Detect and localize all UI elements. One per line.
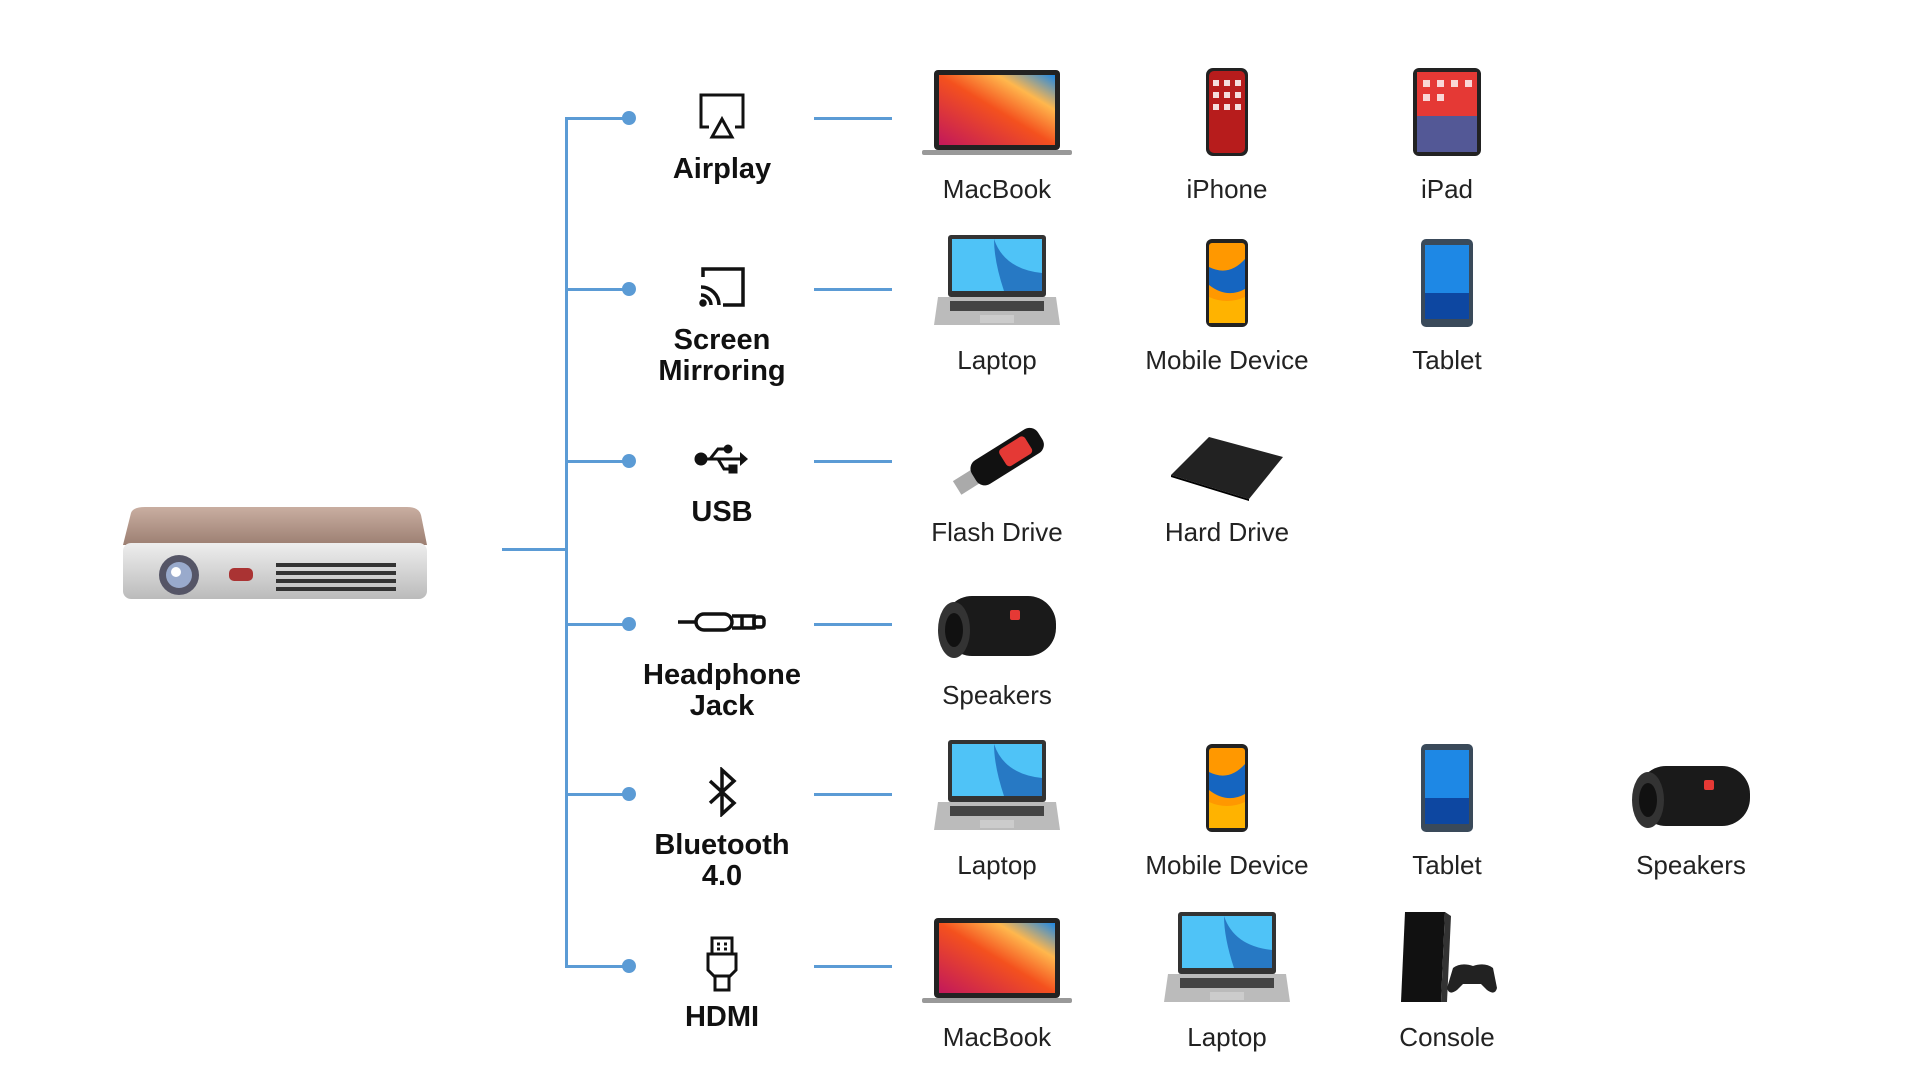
laptop-image	[1117, 896, 1337, 1006]
device-label: Speakers	[942, 680, 1052, 710]
laptop-image	[887, 219, 1107, 329]
device-label: Tablet	[1412, 850, 1482, 880]
usb-icon	[612, 431, 832, 487]
device-label: MacBook	[942, 1022, 1052, 1052]
device-tablet: Tablet	[1337, 724, 1557, 881]
device-label: Speakers	[1636, 850, 1746, 880]
device-label: Flash Drive	[931, 517, 1063, 547]
device-mobile-device: Mobile Device	[1117, 724, 1337, 881]
device-label: Mobile Device	[1145, 850, 1309, 880]
device-mobile-device: Mobile Device	[1117, 219, 1337, 376]
laptop-image	[887, 724, 1107, 834]
flash-drive-image	[887, 391, 1107, 501]
device-label: iPad	[1420, 174, 1474, 204]
trunk-line	[565, 117, 568, 968]
airplay-icon	[612, 88, 832, 144]
device-label: Laptop	[957, 850, 1037, 880]
tablet-image	[1337, 724, 1557, 834]
console-image	[1337, 896, 1557, 1006]
device-laptop: Laptop	[887, 724, 1107, 881]
device-speakers: Speakers	[1581, 724, 1801, 881]
protocol-label: Airplay	[672, 153, 772, 185]
phone-image	[1117, 219, 1337, 329]
device-ipad: iPad	[1337, 48, 1557, 205]
speaker-image	[1581, 724, 1801, 834]
device-laptop: Laptop	[887, 219, 1107, 376]
protocol-hdmi: HDMI	[612, 936, 832, 1033]
device-label: MacBook	[942, 174, 1052, 204]
protocol-usb: USB	[612, 431, 832, 528]
device-label: Tablet	[1412, 345, 1482, 375]
cast-icon	[612, 259, 832, 315]
audio-jack-icon	[612, 594, 832, 650]
protocol-bluetooth-4-0: Bluetooth 4.0	[612, 764, 832, 892]
hub-connector	[502, 548, 566, 551]
protocol-screen-mirroring: Screen Mirroring	[612, 259, 832, 387]
protocol-label: HDMI	[684, 1001, 760, 1033]
projector-image	[121, 505, 429, 605]
protocol-label: Headphone Jack	[643, 659, 801, 722]
device-flash-drive: Flash Drive	[887, 391, 1107, 548]
speaker-image	[887, 554, 1107, 664]
protocol-label: Bluetooth 4.0	[654, 829, 790, 892]
device-hard-drive: Hard Drive	[1117, 391, 1337, 548]
bluetooth-icon	[612, 764, 832, 820]
device-label: iPhone	[1186, 174, 1268, 204]
device-label: Mobile Device	[1145, 345, 1309, 375]
device-label: Laptop	[957, 345, 1037, 375]
iphone-image	[1117, 48, 1337, 158]
macbook-image	[887, 48, 1107, 158]
device-macbook: MacBook	[887, 48, 1107, 205]
protocol-label: Screen Mirroring	[658, 324, 786, 387]
phone-image	[1117, 724, 1337, 834]
device-speakers: Speakers	[887, 554, 1107, 711]
protocol-headphone-jack: Headphone Jack	[612, 594, 832, 722]
ipad-image	[1337, 48, 1557, 158]
device-label: Console	[1399, 1022, 1495, 1052]
device-console: Console	[1337, 896, 1557, 1053]
macbook-image	[887, 896, 1107, 1006]
hard-drive-image	[1117, 391, 1337, 501]
protocol-airplay: Airplay	[612, 88, 832, 185]
device-tablet: Tablet	[1337, 219, 1557, 376]
hdmi-icon	[612, 936, 832, 992]
protocol-label: USB	[691, 496, 753, 528]
device-macbook: MacBook	[887, 896, 1107, 1053]
device-label: Hard Drive	[1164, 517, 1290, 547]
device-iphone: iPhone	[1117, 48, 1337, 205]
tablet-image	[1337, 219, 1557, 329]
device-label: Laptop	[1187, 1022, 1267, 1052]
device-laptop: Laptop	[1117, 896, 1337, 1053]
